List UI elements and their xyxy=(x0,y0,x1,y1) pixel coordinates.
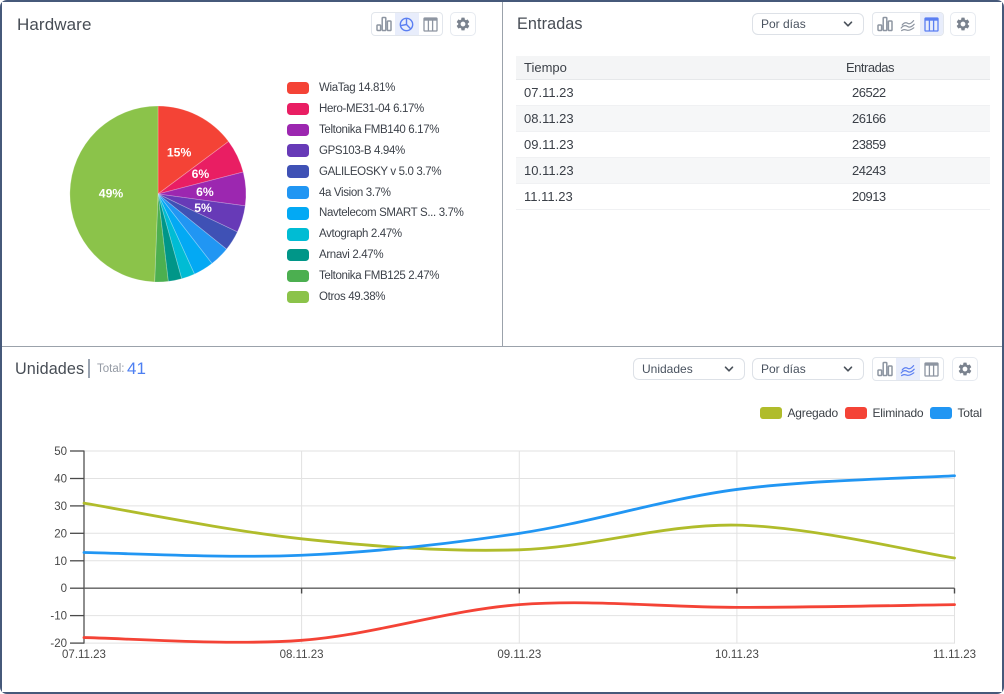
svg-text:6%: 6% xyxy=(196,184,214,198)
svg-text:08.11.23: 08.11.23 xyxy=(280,649,324,661)
svg-text:07.11.23: 07.11.23 xyxy=(62,649,106,661)
svg-text:50: 50 xyxy=(54,446,67,458)
svg-text:40: 40 xyxy=(54,474,67,486)
svg-text:0: 0 xyxy=(61,583,67,595)
svg-text:-10: -10 xyxy=(50,611,67,623)
svg-text:15%: 15% xyxy=(166,145,191,159)
svg-text:5%: 5% xyxy=(194,201,212,215)
svg-text:10.11.23: 10.11.23 xyxy=(715,649,759,661)
svg-text:30: 30 xyxy=(54,501,67,513)
svg-text:49%: 49% xyxy=(98,186,123,200)
svg-text:11.11.23: 11.11.23 xyxy=(933,649,976,661)
svg-text:09.11.23: 09.11.23 xyxy=(497,649,541,661)
svg-text:20: 20 xyxy=(54,528,67,540)
svg-text:6%: 6% xyxy=(191,167,209,181)
svg-text:10: 10 xyxy=(54,556,67,568)
